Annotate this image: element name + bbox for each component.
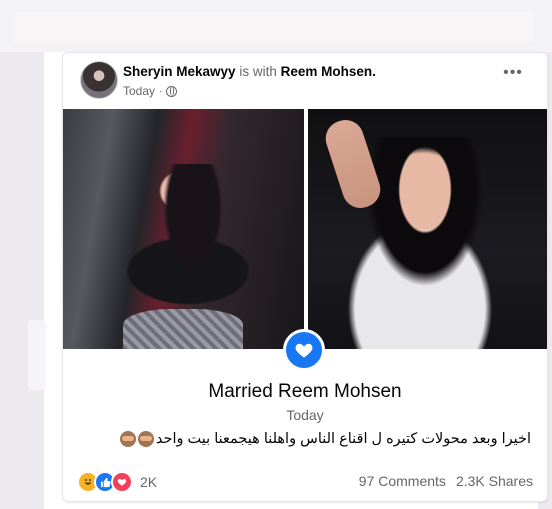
avatar[interactable] — [80, 61, 118, 99]
shares-count[interactable]: 2.3K Shares — [456, 473, 533, 489]
reaction-count[interactable]: 2K — [140, 474, 157, 490]
comments-count[interactable]: 97 Comments — [359, 473, 446, 489]
post-caption: اخيرا وبعد محولات كتيره ل اقناع الناس وا… — [155, 431, 531, 447]
post-card: Sheryin Mekawyy is with Reem Mohsen. Tod… — [62, 52, 548, 502]
see-no-evil-icon — [119, 431, 136, 447]
with-text: is with — [239, 64, 277, 79]
see-no-evil-icon — [137, 431, 154, 447]
post-header: Sheryin Mekawyy is with Reem Mohsen. — [123, 64, 376, 79]
time-separator: · — [159, 85, 163, 97]
post-stats: 97 Comments 2.3K Shares — [359, 473, 533, 489]
heart-event-icon — [283, 329, 325, 371]
post-photo-right[interactable] — [308, 109, 547, 349]
author-name[interactable]: Sheryin Mekawyy — [123, 64, 236, 79]
post-photo-left[interactable] — [63, 109, 304, 349]
tagged-name[interactable]: Reem Mohsen. — [281, 64, 376, 79]
reactions-summary[interactable]: 2K — [77, 471, 157, 493]
left-background — [0, 52, 46, 509]
event-date: Today — [286, 407, 324, 423]
post-meta: Today · — [123, 84, 178, 98]
post-time[interactable]: Today — [123, 84, 155, 98]
heart-event-glyph — [295, 343, 313, 358]
top-background — [0, 0, 552, 52]
post-caption-row: اخيرا وبعد محولات كتيره ل اقناع الناس وا… — [119, 431, 531, 447]
love-icon — [111, 471, 133, 493]
ellipsis-icon[interactable]: ••• — [501, 65, 525, 81]
globe-icon — [166, 85, 178, 97]
event-title: Married Reem Mohsen — [208, 381, 402, 402]
